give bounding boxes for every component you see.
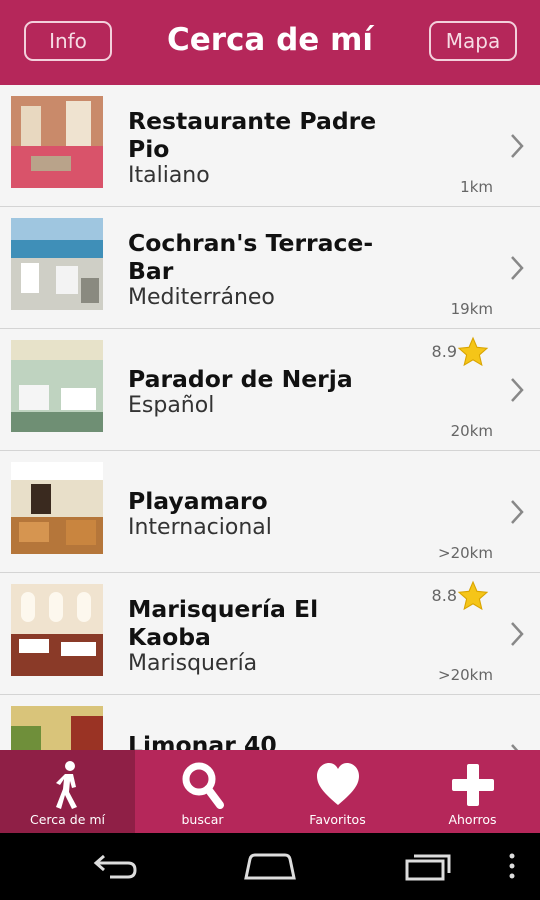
chevron-right-icon [511, 744, 519, 750]
walking-person-icon [55, 761, 77, 809]
chevron-right-icon [511, 378, 524, 402]
restaurant-cuisine: Internacional [128, 515, 272, 540]
tab-label: Favoritos [309, 812, 366, 827]
restaurant-cuisine: Español [128, 393, 215, 418]
restaurant-name-line2: Pio [128, 135, 170, 163]
tab-label: buscar [181, 812, 224, 827]
restaurant-photo [11, 340, 103, 432]
page-title: Cerca de mí [166, 22, 374, 58]
chevron-right-icon [511, 622, 524, 646]
bottom-tab-bar: Cerca de mí buscar Favoritos Ahorros [0, 750, 540, 833]
restaurant-cuisine: Italiano [128, 163, 210, 188]
list-item[interactable]: Limonar 40 [0, 695, 540, 750]
overflow-menu-icon[interactable] [508, 851, 516, 881]
star-icon [457, 580, 489, 611]
restaurant-name: Limonar 40 [128, 731, 277, 750]
recent-apps-icon[interactable] [404, 851, 454, 881]
chevron-right-icon [511, 134, 524, 158]
tab-cerca-de-mi[interactable]: Cerca de mí [0, 750, 135, 833]
plus-icon [451, 764, 494, 806]
restaurant-cuisine: Marisquería [128, 651, 258, 676]
tab-label: Ahorros [448, 812, 497, 827]
restaurant-photo [11, 584, 103, 676]
restaurant-name: Parador de Nerja [128, 365, 353, 393]
list-item[interactable]: Playamaro Internacional >20km [0, 451, 540, 573]
restaurant-distance: >20km [438, 666, 493, 684]
restaurant-name-line1: Restaurante Padre [128, 107, 377, 135]
restaurant-cuisine: Mediterráneo [128, 285, 275, 310]
list-item[interactable]: Cochran's Terrace- Bar Mediterráneo 19km [0, 207, 540, 329]
heart-icon [316, 763, 359, 805]
restaurant-name: Playamaro [128, 487, 268, 515]
tab-favoritos[interactable]: Favoritos [270, 750, 405, 833]
app-header: Info Cerca de mí Mapa [0, 0, 540, 85]
map-button[interactable]: Mapa [429, 21, 517, 61]
list-item[interactable]: 8.8 Marisquería El Kaoba Marisquería >20… [0, 573, 540, 695]
restaurant-photo [11, 218, 103, 310]
restaurant-distance: 19km [450, 300, 493, 318]
tab-buscar[interactable]: buscar [135, 750, 270, 833]
back-icon[interactable] [88, 851, 138, 881]
restaurant-name-line2: Bar [128, 257, 174, 285]
rating-value: 8.8 [431, 586, 457, 605]
chevron-right-icon [511, 500, 524, 524]
restaurant-distance: 1km [460, 178, 493, 196]
tab-label: Cerca de mí [29, 812, 106, 827]
chevron-right-icon [511, 256, 524, 280]
restaurant-name-line1: Marisquería El [128, 595, 319, 623]
home-icon[interactable] [243, 851, 297, 881]
restaurant-list: Restaurante Padre Pio Italiano 1km Cochr… [0, 85, 540, 750]
system-nav-bar [0, 833, 540, 900]
restaurant-name-line1: Cochran's Terrace- [128, 229, 374, 257]
list-item[interactable]: 8.9 Parador de Nerja Español 20km [0, 329, 540, 451]
restaurant-photo [11, 706, 103, 750]
restaurant-photo [11, 96, 103, 188]
list-item[interactable]: Restaurante Padre Pio Italiano 1km [0, 85, 540, 207]
restaurant-distance: >20km [438, 544, 493, 562]
restaurant-distance: 20km [450, 422, 493, 440]
star-icon [457, 336, 489, 367]
rating-value: 8.9 [431, 342, 457, 361]
restaurant-name-line2: Kaoba [128, 623, 211, 651]
search-icon [182, 762, 224, 809]
info-button[interactable]: Info [24, 21, 112, 61]
tab-ahorros[interactable]: Ahorros [405, 750, 540, 833]
restaurant-photo [11, 462, 103, 554]
